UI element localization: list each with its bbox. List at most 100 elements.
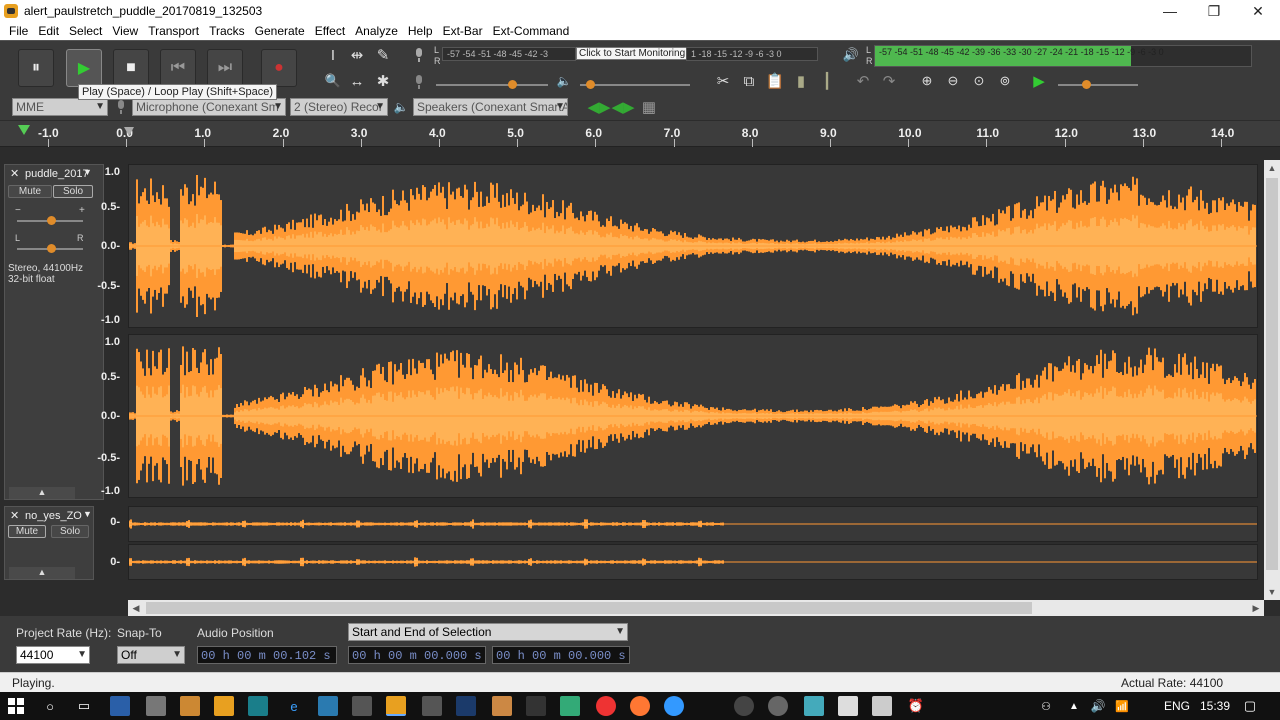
menu-select[interactable]: Select [69,24,102,38]
scroll-right-icon[interactable]: ▶ [1248,600,1264,616]
cut-icon[interactable]: ✂ [712,70,734,92]
taskbar-app-icon[interactable] [560,696,580,716]
trim-icon[interactable]: ▮ [790,70,812,92]
multi-tool-icon[interactable]: ✱ [372,70,394,92]
copy-icon[interactable]: ⧉ [738,70,760,92]
zoom-out-icon[interactable]: ⊖ [942,70,964,92]
taskbar-app-icon[interactable] [352,696,372,716]
recording-channels-select[interactable]: 2 (Stereo) Recor ▼ [290,98,388,116]
close-button[interactable]: ✕ [1236,0,1280,22]
close-track-2-icon[interactable]: ✕ [10,509,19,522]
scroll-down-icon[interactable]: ▼ [1264,584,1280,600]
menu-ext-command[interactable]: Ext-Command [493,24,570,38]
playback-device-select[interactable]: Speakers (Conexant SmartA ▼ [413,98,568,116]
silence-icon[interactable]: ┃ [816,70,838,92]
taskbar-app-icon[interactable] [110,696,130,716]
undo-icon[interactable]: ↶ [852,70,874,92]
selection-tool-icon[interactable]: I [322,44,344,66]
people-icon[interactable]: ⚇ [1036,696,1056,716]
play-at-speed-icon[interactable]: ▶ [1028,70,1050,92]
menu-help[interactable]: Help [408,24,433,38]
collapse-track-2-icon[interactable]: ▲ [9,567,75,579]
close-track-icon[interactable]: ✕ [10,167,19,180]
timeline-ruler[interactable]: -1.0 0.0 1.0 2.0 3.0 4.0 5.0 6.0 7.0 8.0 9.0 10.0 11… [0,121,1280,147]
chrome-icon[interactable] [596,696,616,716]
menu-view[interactable]: View [112,24,138,38]
taskbar-app-icon[interactable] [804,696,824,716]
windows-start-icon[interactable] [6,696,26,716]
play-head-triangle-icon[interactable] [18,125,30,135]
audacity-taskbar-icon[interactable] [386,696,406,716]
taskbar-app-icon[interactable] [180,696,200,716]
menu-edit[interactable]: Edit [38,24,59,38]
snap-to-select[interactable]: Off ▼ [117,646,185,664]
task-view-icon[interactable]: ▭ [74,696,94,716]
minimize-button[interactable]: — [1148,0,1192,22]
taskbar-app-icon[interactable] [146,696,166,716]
waveform-track-2-right[interactable] [128,544,1258,580]
clock[interactable]: 15:39 [1200,699,1230,713]
menu-transport[interactable]: Transport [148,24,199,38]
network-icon[interactable]: 📶 [1112,696,1132,716]
taskbar-app-icon[interactable] [492,696,512,716]
menu-file[interactable]: File [9,24,28,38]
selection-mode-select[interactable]: Start and End of Selection ▼ [348,623,628,641]
collapse-track-icon[interactable]: ▲ [9,487,75,499]
record-button[interactable]: ● [261,49,297,87]
scroll-up-icon[interactable]: ▲ [1264,160,1280,176]
stop-button[interactable]: ■ [113,49,149,87]
menu-effect[interactable]: Effect [315,24,345,38]
menu-generate[interactable]: Generate [255,24,305,38]
taskbar-app-icon[interactable] [214,696,234,716]
transcription-icon[interactable]: ▦ [638,96,660,118]
calculator-icon[interactable] [872,696,892,716]
selection-end-field[interactable]: 00 h 00 m 00.000 s [492,646,630,664]
vertical-scroll-thumb[interactable] [1266,178,1278,570]
taskbar-app-icon[interactable] [664,696,684,716]
record-volume-slider[interactable] [436,80,548,89]
lock-play-region-icon[interactable]: ◀▶ [611,96,634,118]
redo-icon[interactable]: ↷ [878,70,900,92]
project-rate-select[interactable]: 44100 ▼ [16,646,90,664]
pan-slider[interactable] [17,244,83,253]
fit-project-icon[interactable]: ⊚ [994,70,1016,92]
draw-tool-icon[interactable]: ✎ [372,44,394,66]
audio-position-field[interactable]: 00 h 00 m 00.102 s [197,646,337,664]
taskbar-app-icon[interactable] [422,696,442,716]
taskbar-app-icon[interactable] [318,696,338,716]
zoom-in-icon[interactable]: ⊕ [916,70,938,92]
record-meter[interactable]: -57 -54 -51 -48 -45 -42 -3 [442,47,576,61]
play-at-speed-slider[interactable] [1058,80,1138,89]
taskbar-app-icon[interactable] [838,696,858,716]
timeshift-tool-icon[interactable]: ↔ [346,70,368,92]
solo-button[interactable]: Solo [53,185,93,198]
gain-slider[interactable] [17,216,83,225]
notifications-icon[interactable]: ▢ [1240,696,1260,716]
paste-icon[interactable]: 📋 [764,70,786,92]
skip-to-end-button[interactable]: ⏭ [207,49,243,87]
horizontal-scroll-thumb[interactable] [146,602,1032,614]
sync-lock-icon[interactable]: ◀▶ [587,96,610,118]
taskbar-app-icon[interactable] [768,696,788,716]
restore-button[interactable]: ❐ [1192,0,1236,22]
menu-analyze[interactable]: Analyze [355,24,398,38]
language-indicator[interactable]: ENG [1164,699,1190,713]
vertical-scrollbar[interactable]: ▲ ▼ [1264,160,1280,600]
play-button[interactable]: ▶ [66,49,102,87]
speaker-icon[interactable]: 🔊 [840,44,862,66]
taskbar-app-icon[interactable] [526,696,546,716]
waveform-right-channel[interactable] [128,334,1258,498]
taskbar-app-icon[interactable] [734,696,754,716]
microphone-icon[interactable] [408,44,430,66]
menu-tracks[interactable]: Tracks [209,24,245,38]
firefox-icon[interactable] [630,696,650,716]
taskbar-app-icon[interactable] [248,696,268,716]
tray-chevron-icon[interactable]: ▲ [1064,696,1084,716]
waveform-track-2-left[interactable] [128,506,1258,542]
fit-selection-icon[interactable]: ⊙ [968,70,990,92]
photoshop-icon[interactable] [456,696,476,716]
playback-volume-slider[interactable] [580,80,690,89]
selection-start-field[interactable]: 00 h 00 m 00.000 s [348,646,486,664]
audio-host-select[interactable]: MME ▼ [12,98,108,116]
menu-ext-bar[interactable]: Ext-Bar [443,24,483,38]
